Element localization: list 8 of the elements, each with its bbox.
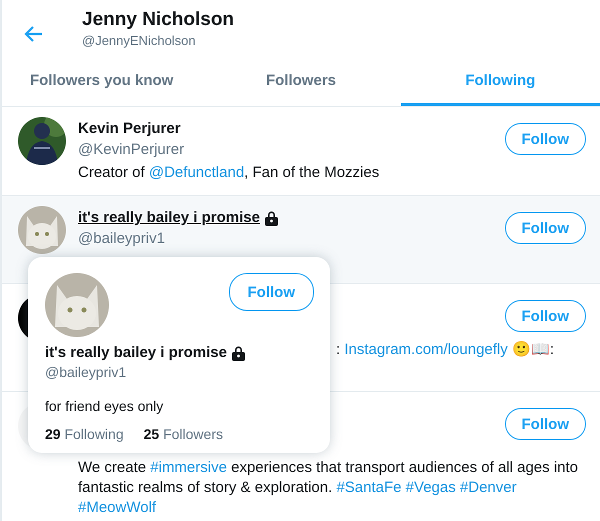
user-bio: We create #immersive experiences that transport audiences of all ages into fantastic realms of story & exploration. #SantaFe #Vegas #Denver #MeowWolf [78,458,580,518]
user-handle: @KevinPerjurer [78,140,184,160]
user-bio: Creator of @Defunctland, Fan of the Mozzies [78,163,380,183]
profile-name: Jenny Nicholson [82,8,234,32]
user-bio: for friend eyes only [45,397,164,415]
user-handle: @baileypriv1 [78,229,166,249]
profile-handle: @JennyENicholson [82,32,197,50]
user-handle: @baileypriv1 [45,363,128,381]
